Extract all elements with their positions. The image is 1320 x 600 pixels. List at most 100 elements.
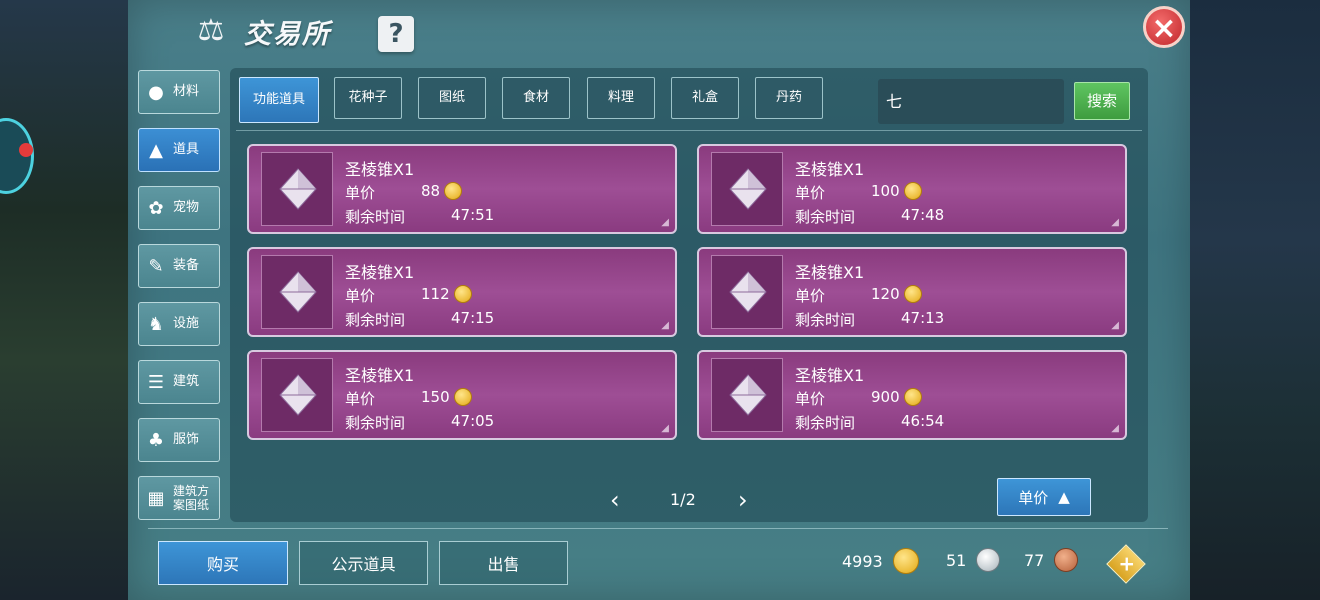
price-amount: 150 [421, 388, 450, 406]
facility-icon: ♞ [147, 313, 165, 335]
price-value: 900 [871, 388, 922, 406]
display-items-button[interactable]: 公示道具 [299, 541, 428, 585]
next-page-button[interactable]: › [738, 486, 748, 514]
sort-by-price-button[interactable]: 单价 ▲ [997, 478, 1091, 516]
gold-coin-icon [903, 182, 922, 200]
blueprint-icon: ▦ [147, 487, 165, 509]
close-button[interactable]: × [1143, 6, 1185, 48]
listing-card[interactable]: 圣棱锥X1 单价 150 剩余时间 47:05 ◢ [247, 350, 677, 440]
price-amount: 112 [421, 285, 450, 303]
sidebar-item-label: 装备 [173, 258, 200, 273]
search-button[interactable]: 搜索 [1074, 82, 1130, 120]
bronze-balance: 77 [1024, 548, 1079, 572]
item-name: 圣棱锥X1 [345, 160, 415, 179]
scales-icon: ⚖ [197, 13, 225, 48]
item-icon-frame [261, 152, 333, 226]
sidebar-item-materials[interactable]: ● 材料 [138, 70, 220, 114]
listing-card[interactable]: 圣棱锥X1 单价 120 剩余时间 47:13 ◢ [697, 247, 1127, 337]
corner-mark-icon: ◢ [661, 423, 669, 434]
sidebar-item-label: 设施 [173, 316, 200, 331]
price-amount: 900 [871, 388, 900, 406]
price-value: 150 [421, 388, 472, 406]
item-icon: ▲ [149, 139, 163, 161]
exchange-panel: ⚖ 交易所 ? × ● 材料 ▲ 道具 ✿ 宠物 ✎ 装备 ♞ 设施 ☰ 建筑 [128, 0, 1190, 600]
price-value: 120 [871, 285, 922, 303]
tab-blueprints[interactable]: 图纸 [418, 77, 486, 119]
price-amount: 88 [421, 182, 441, 200]
gold-coin-icon [453, 285, 472, 303]
price-value: 112 [421, 285, 472, 303]
prev-page-button[interactable]: ‹ [610, 486, 620, 514]
price-amount: 120 [871, 285, 900, 303]
gold-balance: 4993 [842, 548, 919, 574]
header: ⚖ 交易所 ? × [128, 0, 1190, 62]
tab-functional-items[interactable]: 功能道具 [239, 77, 319, 123]
sidebar-item-equipment[interactable]: ✎ 装备 [138, 244, 220, 288]
sidebar-item-items[interactable]: ▲ 道具 [138, 128, 220, 172]
page-indicator: 1/2 [670, 490, 696, 509]
time-remaining: 47:51 [451, 206, 495, 224]
time-remaining: 47:48 [901, 206, 945, 224]
bronze-amount: 77 [1024, 550, 1045, 570]
listing-area: 功能道具 花种子 图纸 食材 料理 礼盒 丹药 七 搜索 圣棱锥X1 单价 88… [230, 68, 1148, 522]
sidebar-item-label: 建筑 [173, 374, 200, 389]
time-label: 剩余时间 [795, 311, 856, 329]
sidebar-item-buildings[interactable]: ☰ 建筑 [138, 360, 220, 404]
item-name: 圣棱锥X1 [345, 366, 415, 385]
sidebar-item-label: 宠物 [173, 200, 200, 215]
sidebar-item-facilities[interactable]: ♞ 设施 [138, 302, 220, 346]
item-icon-frame [711, 255, 783, 329]
gold-coin-icon [444, 182, 463, 200]
silver-coin-icon [976, 548, 1001, 572]
time-remaining: 47:05 [451, 412, 495, 430]
listing-card[interactable]: 圣棱锥X1 单价 88 剩余时间 47:51 ◢ [247, 144, 677, 234]
time-label: 剩余时间 [345, 414, 406, 432]
item-icon-frame [711, 152, 783, 226]
tab-gift-box[interactable]: 礼盒 [671, 77, 739, 119]
sidebar-item-label: 建筑方案图纸 [173, 484, 210, 512]
item-icon-frame [261, 255, 333, 329]
item-icon-frame [711, 358, 783, 432]
pyramid-icon [729, 374, 767, 416]
divider [236, 130, 1142, 131]
pyramid-icon [279, 168, 317, 210]
listing-card[interactable]: 圣棱锥X1 单价 112 剩余时间 47:15 ◢ [247, 247, 677, 337]
corner-mark-icon: ◢ [1111, 320, 1119, 331]
tab-ingredients[interactable]: 食材 [502, 77, 570, 119]
corner-mark-icon: ◢ [661, 217, 669, 228]
sidebar-item-pets[interactable]: ✿ 宠物 [138, 186, 220, 230]
paw-icon: ✿ [148, 197, 164, 219]
add-currency-button[interactable]: + [1106, 544, 1146, 584]
search-input[interactable]: 七 [878, 79, 1064, 124]
gold-amount: 4993 [842, 551, 883, 571]
sort-label: 单价 [1018, 488, 1049, 507]
time-label: 剩余时间 [345, 311, 406, 329]
tab-cuisine[interactable]: 料理 [587, 77, 655, 119]
listing-card[interactable]: 圣棱锥X1 单价 900 剩余时间 46:54 ◢ [697, 350, 1127, 440]
plus-icon: + [1118, 551, 1136, 576]
sell-button[interactable]: 出售 [439, 541, 568, 585]
materials-icon: ● [148, 81, 164, 103]
price-amount: 100 [871, 182, 900, 200]
price-value: 100 [871, 182, 922, 200]
time-label: 剩余时间 [795, 414, 856, 432]
sidebar-item-clothing[interactable]: ♣ 服饰 [138, 418, 220, 462]
time-label: 剩余时间 [795, 208, 856, 226]
corner-mark-icon: ◢ [1111, 217, 1119, 228]
help-button[interactable]: ? [378, 16, 414, 52]
item-name: 圣棱锥X1 [795, 160, 865, 179]
sidebar-item-blueprints[interactable]: ▦ 建筑方案图纸 [138, 476, 220, 520]
clothing-icon: ♣ [147, 429, 165, 451]
background-right [1185, 0, 1320, 600]
time-remaining: 47:15 [451, 309, 495, 327]
tab-flower-seeds[interactable]: 花种子 [334, 77, 402, 119]
listing-card[interactable]: 圣棱锥X1 单价 100 剩余时间 47:48 ◢ [697, 144, 1127, 234]
price-label: 单价 [795, 287, 826, 305]
item-name: 圣棱锥X1 [345, 263, 415, 282]
time-label: 剩余时间 [345, 208, 406, 226]
tab-elixir[interactable]: 丹药 [755, 77, 823, 119]
buy-button[interactable]: 购买 [158, 541, 288, 585]
item-name: 圣棱锥X1 [795, 263, 865, 282]
item-icon-frame [261, 358, 333, 432]
category-sidebar: ● 材料 ▲ 道具 ✿ 宠物 ✎ 装备 ♞ 设施 ☰ 建筑 ♣ 服饰 ▦ 建筑方 [138, 70, 222, 534]
